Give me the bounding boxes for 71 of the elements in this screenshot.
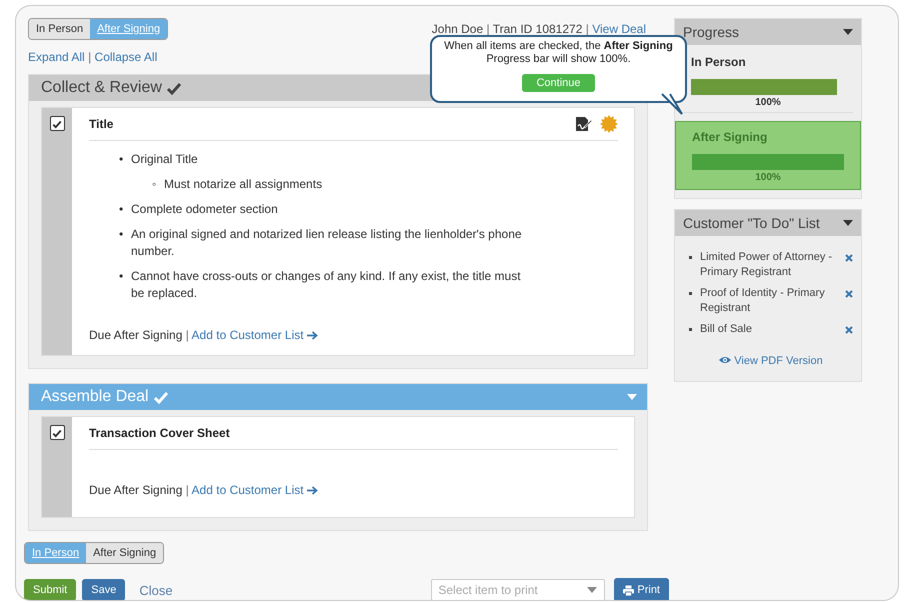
todo-item: Bill of Sale [700,322,753,337]
todo-item: Proof of Identity - Primary Registrant [700,286,826,316]
requirement-text: Must notarize all assignments [164,176,322,193]
progress-label: After Signing [692,130,768,144]
requirement-text: Original Title [131,151,198,168]
caret-icon[interactable] [843,220,853,226]
print-button[interactable]: Print [614,578,669,600]
remove-icon[interactable] [845,254,853,262]
checkbox[interactable] [50,425,64,440]
panel-title: Progress [683,24,740,40]
deal-info-text: John Doe [432,22,484,36]
bullet-icon [689,328,692,331]
item-title: Title [89,117,114,131]
progress-reading: 100% [754,97,782,108]
remove-icon[interactable] [845,290,853,298]
todo-item: Limited Power of Attorney - Primary Registrant [700,250,834,280]
continue-button[interactable]: Continue [522,74,595,92]
requirement-text: Cannot have cross-outs or changes of any kind. If any exist, the title must be replaced. [131,268,522,302]
panel-header[interactable]: Progress [675,19,861,45]
bullet-marker: • [119,201,124,218]
due-label: Due After Signing [89,328,182,342]
caret-icon [587,587,598,593]
section-title: Assemble Deal [41,388,149,406]
add-to-list-link[interactable]: Add to Customer List [192,483,318,497]
caret-icon[interactable] [843,29,853,35]
view-pdf-link[interactable]: View PDF Version [719,355,823,367]
item-title: Transaction Cover Sheet [89,426,230,440]
bullet-marker: • [119,226,124,243]
panel-header[interactable]: Customer "To Do" List [675,210,861,236]
requirement-text: Complete odometer section [131,201,278,218]
separator: | [486,22,490,36]
check-icon [52,428,62,438]
bullet-marker: • [119,268,124,285]
section-title: Collect & Review [41,79,162,97]
arrow-icon [306,486,318,495]
panel-title: Customer "To Do" List [683,215,820,231]
submit-button[interactable]: Submit [24,579,76,600]
expand-collapse-link[interactable]: Collapse All [94,50,158,64]
due-label: Due After Signing [89,483,182,497]
arrow-icon [306,331,318,340]
mode-tab[interactable]: After Signing [86,543,164,563]
mode-tab[interactable]: In Person [29,19,90,39]
print-select[interactable]: Select item to print [431,579,606,600]
separator: | [88,50,92,64]
deal-info-text: Tran ID 1081272 [492,22,582,36]
seal-icon [600,115,618,133]
remove-icon[interactable] [845,326,853,334]
separator: | [186,483,189,497]
add-to-list-link[interactable]: Add to Customer List [192,328,318,342]
expand-collapse-link[interactable]: Expand All [28,50,85,64]
bullet-icon [689,256,692,259]
separator: | [586,22,589,36]
printer-icon [623,584,634,596]
eye-icon [719,356,732,364]
bullet-icon [689,292,692,295]
tooltip-text: When all items are checked, the After Signing Progress bar will show 100%. [443,40,674,66]
signature-document-icon[interactable] [574,115,592,133]
mode-tab[interactable]: In Person [25,543,86,563]
mode-tab[interactable]: After Signing [90,19,168,39]
progress-label: In Person [691,55,747,69]
save-button[interactable]: Save [82,579,126,600]
close-link[interactable]: Close [139,582,173,598]
view-deal-link[interactable]: View Deal [592,22,646,36]
bullet-marker: ◦ [152,176,158,193]
checkbox[interactable] [50,116,64,131]
section-header[interactable]: Assemble Deal [29,384,647,410]
bullet-marker: • [119,151,124,168]
progress-reading: 100% [754,172,782,183]
requirement-text: An original signed and notarized lien release listing the lienholder's phone number. [131,226,523,260]
check-icon [52,118,62,128]
separator: | [186,328,189,342]
